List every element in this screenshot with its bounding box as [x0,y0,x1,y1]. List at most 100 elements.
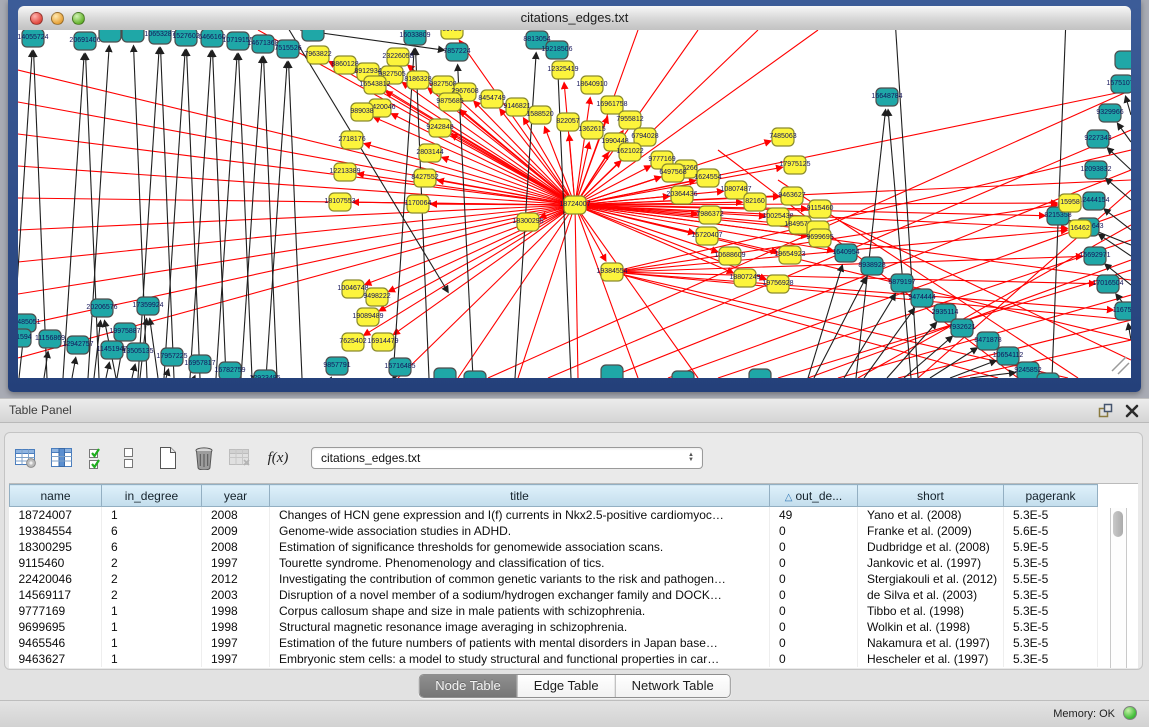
close-panel-icon[interactable] [1125,404,1139,418]
column-header-out_de[interactable]: △out_de... [770,485,858,507]
graph-node[interactable]: 9498222 [363,288,390,306]
citation-edge-red[interactable] [569,135,575,205]
delete-rows-icon[interactable] [191,445,217,471]
table-row[interactable]: 2242004622012Investigating the contribut… [10,571,1098,587]
citation-edge-black[interactable] [808,265,842,378]
graph-node[interactable]: 391594 [18,329,32,347]
graph-node[interactable]: 16648784 [871,88,902,106]
graph-node[interactable]: 16033809 [399,30,430,45]
graph-node[interactable]: 19089489 [352,308,383,326]
graph-node[interactable]: 8427552 [411,169,438,187]
float-panel-icon[interactable] [1098,403,1113,418]
graph-node[interactable]: 2803144 [416,144,443,162]
graph-node[interactable] [302,30,324,41]
graph-node[interactable]: 9329966 [1096,104,1123,122]
table-scrollbar-thumb[interactable] [1113,511,1123,537]
citation-edge-black[interactable] [1106,178,1131,200]
graph-node[interactable]: 19218506 [541,41,572,59]
graph-node[interactable]: 18300295 [512,213,543,231]
citation-edge-black[interactable] [166,369,168,378]
table-row[interactable]: 1872400712008Changes of HCN gene express… [10,507,1098,524]
graph-node[interactable]: 17975125 [779,156,810,174]
table-source-select[interactable]: citations_edges.txt ▲▼ [311,447,703,469]
citation-edge-black[interactable] [888,110,911,378]
network-window-titlebar[interactable]: citations_edges.txt [18,6,1131,31]
table-row[interactable]: 1938455462009Genome-wide association stu… [10,523,1098,539]
graph-node[interactable]: 18807249 [729,269,760,287]
graph-node[interactable]: 1588520 [526,106,553,124]
table-row[interactable]: 911546021997Tourette syndrome. Phenomeno… [10,555,1098,571]
graph-node[interactable]: 12093832 [1080,161,1111,179]
graph-node[interactable]: 9115460 [807,200,834,218]
graph-node[interactable]: 8471878 [974,332,1001,350]
citation-edge-black[interactable] [106,363,109,378]
column-header-title[interactable]: title [270,485,770,507]
graph-node[interactable]: 20691406 [69,32,100,50]
citation-edge-red[interactable] [612,272,998,378]
citation-edge-black[interactable] [264,57,277,378]
citation-edge-black[interactable] [194,376,195,378]
graph-node[interactable]: 12213389 [329,163,360,181]
graph-node[interactable]: 1527602 [172,30,199,46]
graph-node[interactable]: 8938928 [858,257,885,275]
graph-node[interactable]: 6879197 [888,274,915,292]
citation-edge-black[interactable] [132,365,135,378]
citation-edge-black[interactable] [63,54,84,378]
graph-node[interactable]: 11156869 [35,330,65,348]
function-builder-icon[interactable]: f(x) [263,445,293,471]
citation-edge-black[interactable] [930,348,977,378]
column-header-name[interactable]: name [10,485,102,507]
graph-node[interactable]: 15751074 [1106,75,1131,93]
graph-node[interactable]: 17016504 [1092,275,1123,293]
graph-node[interactable]: 16462 [1069,220,1091,238]
graph-node[interactable]: 23226058 [382,48,413,66]
citation-edge-red[interactable] [18,205,575,230]
graph-node[interactable]: 15716485 [384,358,415,376]
graph-node[interactable]: 7955812 [616,111,643,129]
deselect-all-icon[interactable] [121,445,137,471]
graph-node[interactable]: 12444154 [1078,192,1109,210]
graph-node[interactable]: 822057 [556,113,579,131]
graph-node[interactable] [1115,51,1131,69]
graph-node[interactable] [99,30,121,42]
graph-node[interactable]: 9227343 [1084,130,1111,148]
graph-node[interactable]: 9857791 [323,357,350,375]
tab-network-table[interactable]: Network Table [615,675,730,697]
graph-node[interactable]: 19654923 [774,246,805,264]
table-row[interactable]: 1830029562008Estimation of significance … [10,539,1098,555]
graph-node[interactable]: 10653287 [144,30,175,44]
citation-edge-black[interactable] [86,54,99,378]
graph-node[interactable]: 1624554 [694,169,721,187]
graph-node[interactable]: 16543812 [359,76,390,94]
graph-node[interactable]: 17957225 [156,348,187,366]
citation-edge-black[interactable] [1126,96,1131,115]
graph-node[interactable]: 7485063 [769,128,796,146]
graph-node[interactable]: 13505135 [122,343,153,361]
graph-node[interactable]: 59723 [441,30,463,39]
citation-edge-red[interactable] [612,272,1131,320]
column-header-short[interactable]: short [858,485,1004,507]
graph-node[interactable]: 2718176 [338,131,365,149]
network-canvas[interactable]: 1405572420691406106532871527602646616010… [18,30,1131,378]
graph-node[interactable]: 1640954 [832,244,859,262]
graph-node[interactable]: 10688609 [714,247,745,265]
citation-edge-red[interactable] [612,205,1057,272]
table-row[interactable]: 1456911722003Disruption of a novel membe… [10,587,1098,603]
select-all-icon[interactable] [85,445,111,471]
tab-edge-table[interactable]: Edge Table [517,675,615,697]
table-row[interactable]: 977716911998Corpus callosum shape and si… [10,603,1098,619]
citation-edge-red[interactable] [398,205,575,378]
graph-node[interactable]: 7625402 [339,333,366,351]
citation-edge-black[interactable] [1104,209,1131,230]
graph-node[interactable]: 8186328 [404,71,431,89]
graph-node[interactable]: 17359924 [132,297,163,315]
graph-node[interactable]: 12942757 [62,336,93,354]
citation-edge-black[interactable] [239,54,252,378]
tab-node-table[interactable]: Node Table [419,675,517,697]
new-table-icon[interactable] [155,445,181,471]
graph-node[interactable] [672,371,694,378]
table-row[interactable]: 946554611997Estimation of the future num… [10,635,1098,651]
citation-edge-black[interactable] [1118,124,1131,142]
graph-node[interactable]: 8454749 [478,90,505,108]
graph-node[interactable]: 15958 [1059,194,1081,212]
